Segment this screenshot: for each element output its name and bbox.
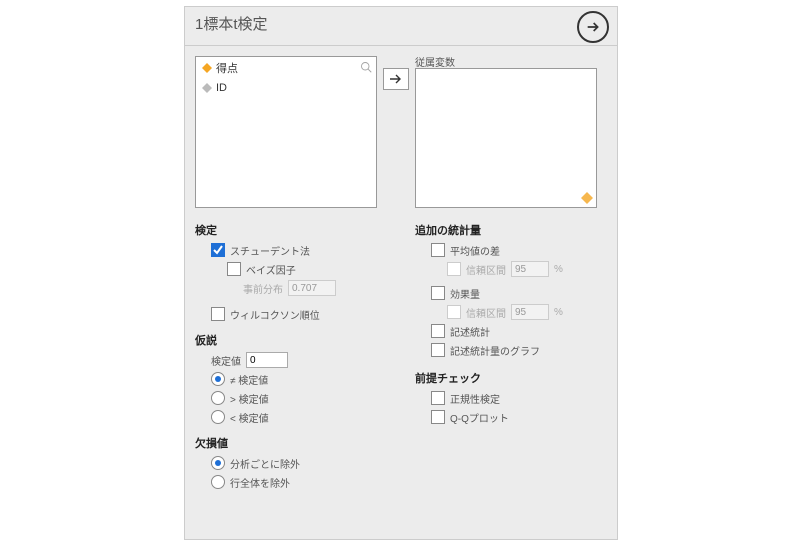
es-checkbox[interactable] [431, 286, 445, 300]
assume-heading: 前提チェック [415, 370, 615, 386]
meandiff-label: 平均値の差 [450, 243, 500, 258]
pct-label: % [554, 307, 563, 318]
hyp-gt-label: > 検定値 [230, 391, 269, 406]
bayes-label: ベイズ因子 [246, 262, 296, 277]
scale-icon [202, 63, 212, 73]
student-checkbox[interactable] [211, 243, 225, 257]
wilcoxon-checkbox[interactable] [211, 307, 225, 321]
bayes-checkbox[interactable] [227, 262, 241, 276]
panel-title: 1標本t検定 [195, 13, 268, 34]
normality-label: 正規性検定 [450, 391, 500, 406]
descplot-checkbox[interactable] [431, 343, 445, 357]
hyp-gt-radio[interactable] [211, 391, 225, 405]
meandiff-checkbox[interactable] [431, 243, 445, 257]
missing-list-radio[interactable] [211, 475, 225, 489]
testval-label: 検定値 [211, 353, 241, 368]
panel-content: 得点 ID 従属変数 検定 スチューデント法 ベイズ因子 [185, 46, 617, 56]
ttest-panel: 1標本t検定 得点 ID 従属変数 検定 [184, 6, 618, 540]
es-label: 効果量 [450, 286, 480, 301]
descplot-label: 記述統計量のグラフ [450, 343, 540, 358]
hyp-lt-label: < 検定値 [230, 410, 269, 425]
missing-per-label: 分析ごとに除外 [230, 456, 300, 471]
dv-label: 従属変数 [415, 54, 455, 69]
hyp-ne-label: ≠ 検定値 [230, 372, 268, 387]
ci1-label: 信頼区間 [466, 262, 506, 277]
hypothesis-heading: 仮説 [195, 332, 395, 348]
arrow-right-icon [390, 74, 402, 84]
prior-label: 事前分布 [243, 281, 283, 296]
ci2-input [511, 304, 549, 320]
prior-input [288, 280, 336, 296]
testval-input[interactable] [246, 352, 288, 368]
missing-per-radio[interactable] [211, 456, 225, 470]
tests-heading: 検定 [195, 222, 395, 238]
missing-heading: 欠損値 [195, 435, 395, 451]
normality-checkbox[interactable] [431, 391, 445, 405]
variable-list[interactable]: 得点 ID [195, 56, 377, 208]
ci1-input [511, 261, 549, 277]
var-label: 得点 [216, 60, 238, 76]
pct-label: % [554, 264, 563, 275]
qq-label: Q-Qプロット [450, 410, 509, 425]
arrow-right-icon [585, 19, 601, 35]
ci1-checkbox [447, 262, 461, 276]
ci2-label: 信頼区間 [466, 305, 506, 320]
ci2-checkbox [447, 305, 461, 319]
wilcoxon-label: ウィルコクソン順位 [230, 307, 320, 322]
additional-heading: 追加の統計量 [415, 222, 615, 238]
assign-button[interactable] [383, 68, 409, 90]
run-button[interactable] [577, 11, 609, 43]
search-icon[interactable] [360, 61, 372, 73]
dependent-variable-box[interactable] [415, 68, 597, 208]
nominal-icon [202, 83, 212, 93]
left-options: 検定 スチューデント法 ベイズ因子 事前分布 ウィルコクソン順位 仮説 検定値 [195, 216, 395, 493]
qq-checkbox[interactable] [431, 410, 445, 424]
missing-list-label: 行全体を除外 [230, 475, 290, 490]
desc-label: 記述統計 [450, 324, 490, 339]
panel-header: 1標本t検定 [185, 7, 617, 46]
right-options: 追加の統計量 平均値の差 信頼区間 % 効果量 信頼区間 % [415, 216, 615, 428]
var-item[interactable]: ID [196, 79, 376, 97]
student-label: スチューデント法 [230, 243, 310, 258]
var-label: ID [216, 82, 227, 94]
var-item[interactable]: 得点 [196, 57, 376, 79]
hyp-lt-radio[interactable] [211, 410, 225, 424]
desc-checkbox[interactable] [431, 324, 445, 338]
hyp-ne-radio[interactable] [211, 372, 225, 386]
scale-accept-icon [581, 192, 593, 204]
